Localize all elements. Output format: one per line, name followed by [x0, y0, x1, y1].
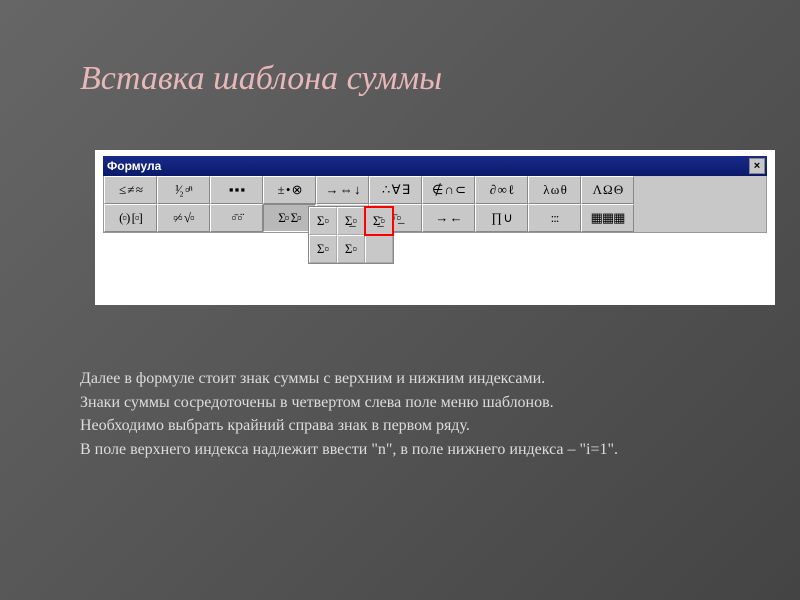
toolbar-titlebar: Формула × — [103, 156, 767, 176]
toolbar-rows: ≤ ≠ ≈ ¹⁄₂ ▫ⁿ ▪ ▪ ▪ ± • ⊗ → ⇔ ↓ ∴ ∀ ∃ ∉ ∩… — [103, 176, 767, 233]
palette-relations[interactable]: ≤ ≠ ≈ — [104, 176, 157, 204]
palette-logical[interactable]: ∴ ∀ ∃ — [369, 176, 422, 204]
toolbar-row-1: ≤ ≠ ≈ ¹⁄₂ ▫ⁿ ▪ ▪ ▪ ± • ⊗ → ⇔ ↓ ∴ ∀ ∃ ∉ ∩… — [104, 176, 766, 204]
template-matrices[interactable]: ▦▦▦ — [581, 204, 634, 232]
palette-set-theory[interactable]: ∉ ∩ ⊂ — [422, 176, 475, 204]
toolbar-row-2: (▫) [▫] ▫⁄▫ √▫ ▫̄ ▫̈ Σ▫ Σ▫ ∫▫ ∮▫ ▫̄ ▫̲ →… — [104, 204, 766, 232]
sum-option-6[interactable] — [365, 235, 393, 263]
template-fractions[interactable]: ▫⁄▫ √▫ — [157, 204, 210, 232]
paragraph-2: Знаки суммы сосредоточены в четвертом сл… — [80, 392, 720, 414]
slide-title: Вставка шаблона суммы — [80, 60, 442, 98]
palette-misc[interactable]: ∂ ∞ ℓ — [475, 176, 528, 204]
palette-spaces[interactable]: ¹⁄₂ ▫ⁿ — [157, 176, 210, 204]
template-fences[interactable]: (▫) [▫] — [104, 204, 157, 232]
palette-greek-upper[interactable]: Λ Ω Θ — [581, 176, 634, 204]
template-products[interactable]: ∏ ∪ — [475, 204, 528, 232]
sum-option-1[interactable]: Σ▫ — [309, 207, 337, 235]
sum-option-4[interactable]: Σ▫ — [309, 235, 337, 263]
template-subscript[interactable]: ▫̄ ▫̈ — [210, 204, 263, 232]
slide-body: Далее в формуле стоит знак суммы с верхн… — [80, 368, 720, 462]
palette-operators[interactable]: ± • ⊗ — [263, 176, 316, 204]
palette-embellishments[interactable]: ▪ ▪ ▪ — [210, 176, 263, 204]
paragraph-4: В поле верхнего индекса надлежит ввести … — [80, 439, 720, 461]
paragraph-1: Далее в формуле стоит знак суммы с верхн… — [80, 368, 720, 390]
equation-toolbar-panel: Формула × ≤ ≠ ≈ ¹⁄₂ ▫ⁿ ▪ ▪ ▪ ± • ⊗ → ⇔ ↓… — [95, 150, 775, 305]
toolbar-title: Формула — [107, 159, 161, 173]
paragraph-3: Необходимо выбрать крайний справа знак в… — [80, 415, 720, 437]
close-button[interactable]: × — [749, 158, 765, 174]
template-matrices-small[interactable]: ::: — [528, 204, 581, 232]
summation-dropdown: Σ▫ Σ̲▫ Σ̲̄▫ Σ▫ Σ▫ — [308, 206, 394, 264]
sum-option-3[interactable]: Σ̲̄▫ — [365, 207, 393, 235]
palette-arrows[interactable]: → ⇔ ↓ — [316, 176, 369, 204]
palette-greek-lower[interactable]: λ ω θ — [528, 176, 581, 204]
sum-option-5[interactable]: Σ▫ — [337, 235, 365, 263]
template-labeled-arrows[interactable]: → ← — [422, 204, 475, 232]
sum-option-2[interactable]: Σ̲▫ — [337, 207, 365, 235]
